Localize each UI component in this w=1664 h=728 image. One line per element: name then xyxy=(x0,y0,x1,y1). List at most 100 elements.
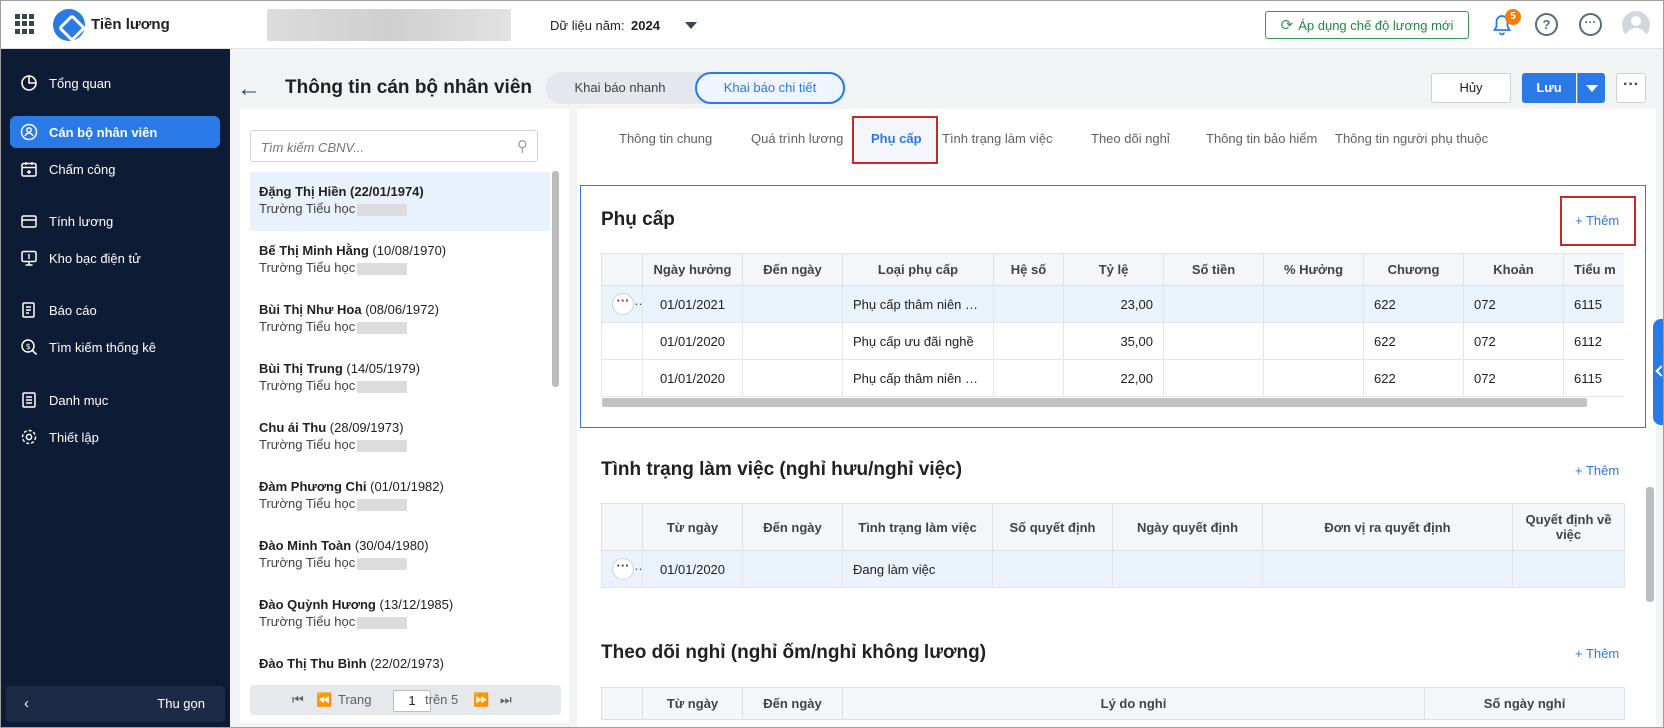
row-menu-button[interactable]: ··· xyxy=(612,558,634,580)
cell: 6112 xyxy=(1563,322,1624,360)
redacted-text xyxy=(357,380,408,393)
tab-leave[interactable]: Theo dõi nghỉ xyxy=(1091,131,1170,146)
cell: 622 xyxy=(1363,285,1464,323)
employee-school: Trường Tiểu học xyxy=(259,437,356,452)
sidebar-item-treasury[interactable]: Kho bạc điện tử xyxy=(10,242,220,274)
list-item[interactable]: Bế Thị Minh Hằng (10/08/1970) Trường Tiể… xyxy=(250,231,550,290)
cell: 01/01/2020 xyxy=(642,322,743,360)
cancel-button[interactable]: Hủy xyxy=(1431,73,1511,103)
first-page-icon[interactable]: ⏮ xyxy=(292,692,304,708)
sidebar-item-catalog[interactable]: Danh mục xyxy=(10,384,220,416)
back-arrow-icon[interactable]: ← xyxy=(237,77,261,101)
redacted-text xyxy=(357,498,408,511)
avatar[interactable] xyxy=(1622,11,1650,39)
sidebar-item-payroll[interactable]: Tính lương xyxy=(10,205,220,237)
list-scrollbar[interactable] xyxy=(552,171,559,387)
add-work-status-button[interactable]: + Thêm xyxy=(1575,463,1619,478)
more-icon[interactable]: ··· xyxy=(1579,13,1602,36)
list-item[interactable]: Đào Quỳnh Hương (13/12/1985) Trường Tiểu… xyxy=(250,585,550,644)
list-item[interactable]: Đào Thị Thu Bình (22/02/1973) xyxy=(250,644,550,676)
save-button[interactable]: Lưu xyxy=(1522,73,1576,103)
tab-dependents[interactable]: Thông tin người phụ thuộc xyxy=(1335,131,1488,146)
sidebar-item-timekeeping[interactable]: Chấm công xyxy=(10,153,220,185)
more-actions-button[interactable]: ··· xyxy=(1616,73,1646,103)
page-total: trên 5 xyxy=(425,692,459,707)
column-header: Số tiền xyxy=(1163,253,1264,286)
list-item[interactable]: Đào Minh Toàn (30/04/1980) Trường Tiểu h… xyxy=(250,526,550,585)
next-page-icon[interactable]: ⏩ xyxy=(473,692,489,708)
mode-quick-button[interactable]: Khai báo nhanh xyxy=(545,72,695,104)
employee-name: Bế Thị Minh Hằng xyxy=(259,243,369,258)
list-item[interactable]: Bùi Thị Như Hoa (08/06/1972) Trường Tiểu… xyxy=(250,290,550,349)
cell: Đang làm việc xyxy=(842,550,993,588)
help-icon[interactable]: ? xyxy=(1535,13,1558,36)
list-item[interactable]: Đặng Thị Hiền (22/01/1974) Trường Tiểu h… xyxy=(250,172,550,231)
tab-work-status[interactable]: Tình trạng làm việc xyxy=(942,131,1053,146)
app-launcher-icon[interactable] xyxy=(15,14,35,34)
table-horizontal-scrollbar[interactable] xyxy=(602,398,1587,407)
tab-allowance[interactable]: Phụ cấp xyxy=(871,131,922,146)
redacted-text xyxy=(357,262,408,275)
apply-new-salary-button[interactable]: ⟳ Áp dụng chế độ lương mới xyxy=(1265,11,1469,39)
year-select[interactable]: 2024 xyxy=(631,18,660,33)
employee-name: Chu ái Thu xyxy=(259,420,327,435)
work-status-table: Từ ngày Đến ngày Tình trạng làm việc Số … xyxy=(601,503,1625,588)
search-icon[interactable]: ⚲ xyxy=(517,137,528,155)
column-header: Tỷ lệ xyxy=(1063,253,1164,286)
redacted-text xyxy=(357,321,408,334)
cell: 072 xyxy=(1463,322,1564,360)
tab-salary-history[interactable]: Quá trình lương xyxy=(751,131,843,146)
report-icon xyxy=(19,300,39,320)
column-header: Tình trạng làm việc xyxy=(842,503,993,551)
save-options-dropdown-icon[interactable] xyxy=(1577,73,1605,103)
year-dropdown-icon[interactable] xyxy=(685,22,697,29)
list-icon xyxy=(19,390,39,410)
table-row[interactable]: ··· 01/01/2021 Phụ cấp thâm niên n... 23… xyxy=(601,285,1624,323)
svg-text:$: $ xyxy=(26,342,31,351)
sidebar-item-search-stats[interactable]: $ Tìm kiếm thống kê xyxy=(10,331,220,363)
cell xyxy=(1512,550,1625,588)
sidebar: Tổng quan Cán bộ nhân viên Chấm công Tín… xyxy=(1,49,230,727)
detail-scrollbar[interactable] xyxy=(1646,487,1654,602)
tab-general[interactable]: Thông tin chung xyxy=(619,131,712,146)
column-header: Tiểu m xyxy=(1563,253,1624,286)
row-menu-button[interactable]: ··· xyxy=(612,293,634,315)
redacted-text xyxy=(357,439,408,452)
sidebar-item-reports[interactable]: Báo cáo xyxy=(10,294,220,326)
table-row[interactable]: ··· 01/01/2020 Đang làm việc xyxy=(601,550,1625,588)
add-leave-button[interactable]: + Thêm xyxy=(1575,646,1619,661)
cell: 22,00 xyxy=(1063,359,1164,397)
cell xyxy=(993,359,1064,397)
column-header: % Hưởng xyxy=(1263,253,1364,286)
search-input[interactable] xyxy=(261,137,501,157)
column-header: Đến ngày xyxy=(742,253,843,286)
sidebar-item-overview[interactable]: Tổng quan xyxy=(10,67,220,99)
sidebar-item-employees[interactable]: Cán bộ nhân viên xyxy=(10,116,220,148)
collapse-sidebar-button[interactable]: ‹ Thu gọn xyxy=(6,686,225,722)
table-row[interactable]: 01/01/2020 Phụ cấp ưu đãi nghề 35,00 622… xyxy=(601,322,1624,360)
employee-dob: (22/02/1973) xyxy=(370,656,444,671)
column-header: Ngày hưởng xyxy=(642,253,743,286)
sidebar-item-settings[interactable]: Thiết lập xyxy=(10,421,220,453)
prev-page-icon[interactable]: ⏪ xyxy=(316,692,332,708)
tab-insurance[interactable]: Thông tin bảo hiểm xyxy=(1206,131,1317,146)
cell: 622 xyxy=(1363,359,1464,397)
sidebar-item-label: Chấm công xyxy=(49,161,116,177)
sidebar-item-label: Tìm kiếm thống kê xyxy=(49,339,156,355)
side-panel-toggle-icon[interactable] xyxy=(1653,319,1663,425)
cell: 072 xyxy=(1463,359,1564,397)
allowance-table: Ngày hưởng Đến ngày Loại phụ cấp Hệ số T… xyxy=(601,253,1624,397)
mode-detail-button[interactable]: Khai báo chi tiết xyxy=(695,72,845,104)
table-row[interactable]: 01/01/2020 Phụ cấp thâm niên n... 22,00 … xyxy=(601,359,1624,397)
app-window: Tiền lương Dữ liệu năm: 2024 ⟳ Áp dụng c… xyxy=(0,0,1664,728)
list-item[interactable]: Bùi Thị Trung (14/05/1979) Trường Tiểu h… xyxy=(250,349,550,408)
employee-search[interactable]: ⚲ xyxy=(250,130,538,162)
employee-school: Trường Tiểu học xyxy=(259,496,356,511)
gear-icon xyxy=(19,427,39,447)
add-allowance-button[interactable]: + Thêm xyxy=(1575,213,1619,228)
people-icon xyxy=(19,122,39,142)
list-item[interactable]: Chu ái Thu (28/09/1973) Trường Tiểu học xyxy=(250,408,550,467)
chevron-left-icon: ‹ xyxy=(24,695,29,712)
last-page-icon[interactable]: ⏭ xyxy=(500,692,512,708)
list-item[interactable]: Đàm Phương Chi (01/01/1982) Trường Tiểu … xyxy=(250,467,550,526)
